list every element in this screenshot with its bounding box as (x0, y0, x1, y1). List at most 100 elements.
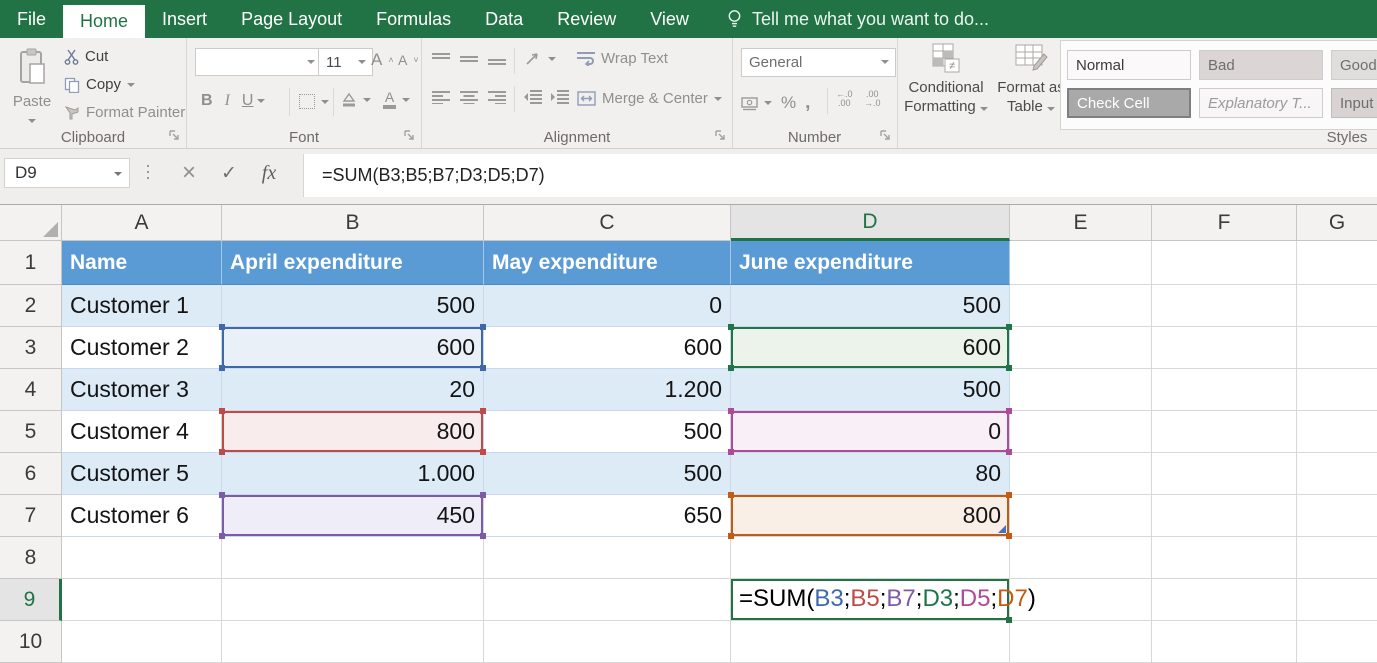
cell-D2[interactable]: 500 (731, 285, 1010, 327)
cell-C10[interactable] (484, 621, 731, 663)
cell-C7[interactable]: 650 (484, 495, 731, 537)
cell-C5[interactable]: 500 (484, 411, 731, 453)
insert-function-button[interactable]: fx (252, 158, 286, 188)
font-dialog-launcher-icon[interactable] (404, 130, 416, 142)
cell-F5[interactable] (1152, 411, 1297, 453)
row-header-7[interactable]: 7 (0, 495, 62, 537)
column-header-G[interactable]: G (1297, 205, 1377, 241)
cell-G9[interactable] (1297, 579, 1377, 621)
cell-D7-highlighted[interactable]: 800 (731, 495, 1010, 537)
cell-G6[interactable] (1297, 453, 1377, 495)
grow-font-button[interactable]: A˄ (371, 50, 394, 70)
cell-F2[interactable] (1152, 285, 1297, 327)
cell-E7[interactable] (1010, 495, 1152, 537)
cell-D9-editing[interactable]: =SUM( B3 ; B5 ; B7 ; D3 ; D5 ; D7 ) (731, 579, 1010, 621)
style-normal[interactable]: Normal (1067, 50, 1191, 80)
formula-bar-drag-handle[interactable] (147, 165, 149, 182)
cell-E6[interactable] (1010, 453, 1152, 495)
cell-F1[interactable] (1152, 241, 1297, 285)
cell-G1[interactable] (1297, 241, 1377, 285)
increase-decimal-button[interactable]: ←.0.00 (836, 90, 853, 108)
cell-C8[interactable] (484, 537, 731, 579)
fill-handle[interactable] (1006, 617, 1012, 623)
cell-B6[interactable]: 1.000 (222, 453, 484, 495)
tab-review[interactable]: Review (540, 0, 633, 38)
cut-button[interactable]: Cut (64, 48, 108, 65)
enter-button[interactable]: ✓ (212, 158, 246, 188)
cell-C1[interactable]: May expenditure (484, 241, 731, 285)
tab-formulas[interactable]: Formulas (359, 0, 468, 38)
cell-E10[interactable] (1010, 621, 1152, 663)
cell-G8[interactable] (1297, 537, 1377, 579)
row-header-3[interactable]: 3 (0, 327, 62, 369)
align-right-icon[interactable] (488, 90, 506, 104)
tab-insert[interactable]: Insert (145, 0, 224, 38)
cell-A4[interactable]: Customer 3 (62, 369, 222, 411)
cell-E4[interactable] (1010, 369, 1152, 411)
decrease-decimal-button[interactable]: .00→.0 (864, 90, 881, 108)
cell-F7[interactable] (1152, 495, 1297, 537)
cell-D6[interactable]: 80 (731, 453, 1010, 495)
cell-F8[interactable] (1152, 537, 1297, 579)
align-center-icon[interactable] (460, 90, 478, 104)
cell-B8[interactable] (222, 537, 484, 579)
tab-file[interactable]: File (0, 0, 63, 38)
align-top-icon[interactable] (432, 52, 450, 66)
cell-A3[interactable]: Customer 2 (62, 327, 222, 369)
row-header-8[interactable]: 8 (0, 537, 62, 579)
column-header-F[interactable]: F (1152, 205, 1297, 241)
cell-G2[interactable] (1297, 285, 1377, 327)
row-header-6[interactable]: 6 (0, 453, 62, 495)
alignment-dialog-launcher-icon[interactable] (715, 130, 727, 142)
clipboard-dialog-launcher-icon[interactable] (169, 130, 181, 142)
conditional-formatting-button[interactable]: ≠ Conditional Formatting (901, 42, 991, 116)
cell-A1[interactable]: Name (62, 241, 222, 285)
align-left-icon[interactable] (432, 90, 450, 104)
cell-G10[interactable] (1297, 621, 1377, 663)
cell-B9[interactable] (222, 579, 484, 621)
smart-tag-icon[interactable] (998, 525, 1006, 533)
row-header-10[interactable]: 10 (0, 621, 62, 663)
align-middle-icon[interactable] (460, 52, 478, 66)
merge-center-button[interactable]: Merge & Center (577, 90, 722, 107)
column-header-D[interactable]: D (731, 205, 1010, 241)
cell-B3-highlighted[interactable]: 600 (222, 327, 484, 369)
paste-button[interactable]: Paste (6, 44, 58, 140)
borders-button[interactable] (299, 94, 329, 109)
tab-view[interactable]: View (633, 0, 706, 38)
cell-F10[interactable] (1152, 621, 1297, 663)
cell-C3[interactable]: 600 (484, 327, 731, 369)
cell-G3[interactable] (1297, 327, 1377, 369)
row-header-2[interactable]: 2 (0, 285, 62, 327)
cell-B7-highlighted[interactable]: 450 (222, 495, 484, 537)
cell-A7[interactable]: Customer 6 (62, 495, 222, 537)
cell-C9[interactable] (484, 579, 731, 621)
cell-F6[interactable] (1152, 453, 1297, 495)
name-box[interactable]: D9 (4, 158, 130, 188)
percent-style-button[interactable]: % (781, 93, 796, 113)
cell-D3-highlighted[interactable]: 600 (731, 327, 1010, 369)
cell-E3[interactable] (1010, 327, 1152, 369)
cell-A5[interactable]: Customer 4 (62, 411, 222, 453)
cell-E5[interactable] (1010, 411, 1152, 453)
row-header-4[interactable]: 4 (0, 369, 62, 411)
tab-home[interactable]: Home (63, 5, 145, 38)
cell-C6[interactable]: 500 (484, 453, 731, 495)
cell-D5-highlighted[interactable]: 0 (731, 411, 1010, 453)
cell-G7[interactable] (1297, 495, 1377, 537)
row-header-9[interactable]: 9 (0, 579, 62, 621)
number-format-combo[interactable]: General (741, 48, 896, 77)
style-explanatory-text[interactable]: Explanatory T... (1199, 88, 1323, 118)
style-bad[interactable]: Bad (1199, 50, 1323, 80)
cell-C2[interactable]: 0 (484, 285, 731, 327)
fill-color-button[interactable] (341, 92, 371, 108)
format-as-table-button[interactable]: Format as Table (993, 42, 1069, 116)
cell-B5-highlighted[interactable]: 800 (222, 411, 484, 453)
cell-C4[interactable]: 1.200 (484, 369, 731, 411)
cell-G4[interactable] (1297, 369, 1377, 411)
tell-me-box[interactable]: Tell me what you want to do... (726, 0, 989, 38)
column-header-B[interactable]: B (222, 205, 484, 241)
bold-button[interactable]: B (201, 92, 213, 110)
tab-data[interactable]: Data (468, 0, 540, 38)
shrink-font-button[interactable]: A˅ (398, 52, 419, 68)
